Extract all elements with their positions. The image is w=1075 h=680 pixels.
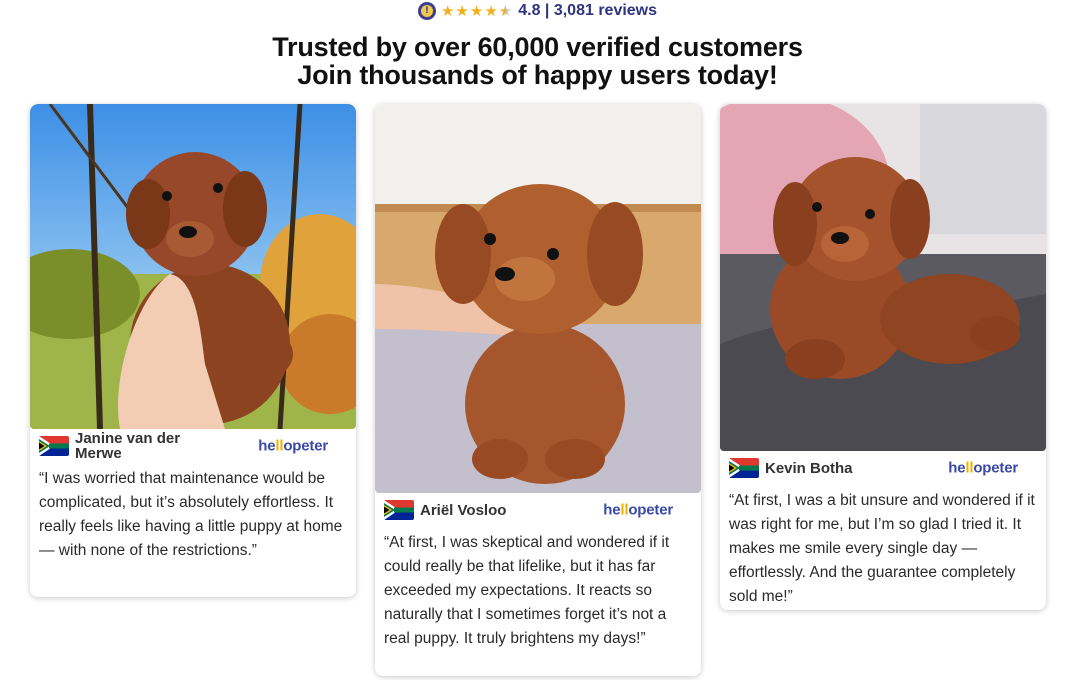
review-card: Janine van der Merwe hellopeter “I was w… (30, 104, 356, 597)
review-card: Kevin Botha hellopeter “At first, I was … (720, 104, 1046, 610)
star-icon: ★ (469, 1, 484, 20)
trust-badge-icon: ! (417, 2, 436, 20)
rating-text: 4.8 | 3,081 reviews (518, 2, 658, 19)
review-text: “I was worried that maintenance would be… (39, 470, 343, 559)
headline-line-1: Trusted by over 60,000 verified customer… (272, 32, 803, 62)
review-photo (30, 104, 356, 429)
review-photo (375, 104, 701, 493)
reviewer-name: Ariël Vosloo (420, 501, 507, 519)
star-icon: ★ (440, 1, 455, 20)
review-text: “At first, I was skeptical and wondered … (384, 534, 670, 647)
reviewer-name: Janine van der Merwe (75, 430, 181, 462)
half-star-icon: ★ (498, 1, 513, 20)
south-africa-flag-icon (384, 500, 414, 520)
star-icon: ★ (455, 1, 469, 20)
reviewer-name: Kevin Botha (765, 459, 853, 477)
review-card: Ariël Vosloo hellopeter “At first, I was… (375, 104, 701, 676)
headline-line-2: Join thousands of happy users today! (297, 60, 778, 90)
hellopeter-logo[interactable]: hellopeter (258, 438, 328, 455)
reviewer-info: Ariël Vosloo hellopeter (375, 493, 701, 527)
review-photo (720, 104, 1046, 451)
hellopeter-logo[interactable]: hellopeter (948, 460, 1018, 477)
star-rating: ★ ★ ★ ★ ★ (440, 1, 513, 20)
reviewer-info: Janine van der Merwe hellopeter (30, 429, 356, 463)
page-headline: Trusted by over 60,000 verified customer… (0, 33, 1075, 89)
rating-summary: ! ★ ★ ★ ★ ★ 4.8 | 3,081 reviews (0, 1, 1075, 21)
hellopeter-logo[interactable]: hellopeter (603, 502, 673, 519)
star-icon: ★ (484, 1, 498, 20)
review-text: “At first, I was a bit unsure and wonder… (729, 492, 1035, 605)
reviewer-info: Kevin Botha hellopeter (720, 451, 1046, 485)
south-africa-flag-icon (729, 458, 759, 478)
south-africa-flag-icon (39, 436, 69, 456)
